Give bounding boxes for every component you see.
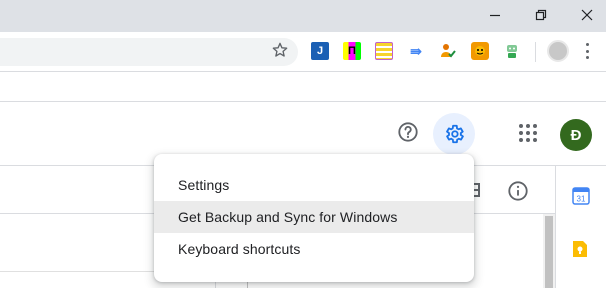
arrow-extension-icon[interactable]: ⇛ (407, 42, 425, 60)
menu-item-get-backup-and-sync[interactable]: Get Backup and Sync for Windows (154, 201, 474, 233)
pi-extension-icon[interactable]: П (343, 42, 361, 60)
person-check-extension-icon[interactable] (439, 42, 457, 60)
side-panel (555, 166, 606, 288)
menu-item-keyboard-shortcuts[interactable]: Keyboard shortcuts (154, 233, 474, 265)
avatar[interactable]: Đ (560, 119, 592, 151)
browser-menu-icon[interactable] (585, 43, 589, 59)
keep-icon[interactable] (572, 239, 588, 259)
browser-toolbar: J П ⇛ (0, 32, 606, 72)
joplin-extension-icon[interactable]: J (311, 42, 329, 60)
star-icon[interactable] (270, 40, 290, 60)
browser-title-bar (0, 0, 606, 32)
panel-edge (247, 281, 248, 288)
calendar-icon[interactable]: 31 (572, 187, 590, 205)
restore-icon[interactable] (518, 0, 564, 30)
close-icon[interactable] (564, 0, 606, 30)
tiger-extension-icon[interactable] (471, 42, 489, 60)
calendar-date-label: 31 (577, 195, 586, 204)
notes-extension-icon[interactable] (375, 42, 393, 60)
info-icon[interactable] (506, 179, 530, 203)
settings-menu: Settings Get Backup and Sync for Windows… (154, 154, 474, 282)
gear-icon[interactable] (433, 113, 475, 155)
apps-grid-icon[interactable] (517, 122, 539, 144)
address-bar[interactable] (0, 38, 298, 66)
scrollbar-thumb[interactable] (545, 216, 553, 288)
menu-item-settings[interactable]: Settings (154, 169, 474, 201)
toolbar-separator (535, 42, 536, 62)
help-circle-icon[interactable] (395, 119, 421, 145)
profile-avatar[interactable] (547, 40, 569, 62)
robot-extension-icon[interactable] (503, 42, 521, 60)
minimize-icon[interactable] (472, 0, 518, 30)
